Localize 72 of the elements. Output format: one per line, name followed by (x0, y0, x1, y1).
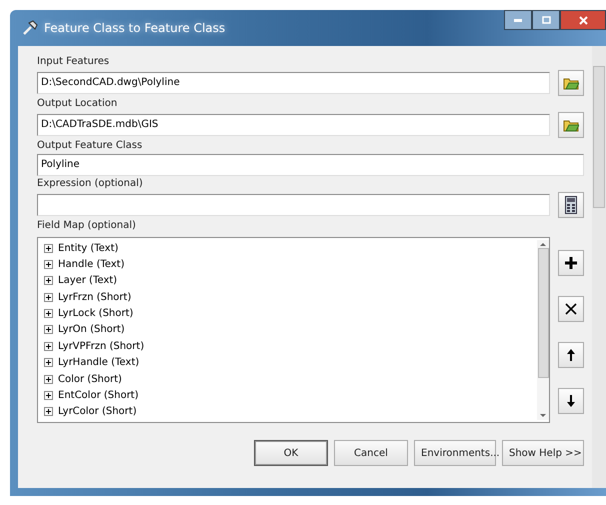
scroll-up-icon (540, 240, 546, 248)
field-name: LyrColor (Short) (58, 406, 137, 418)
expand-icon[interactable] (44, 374, 53, 384)
calculator-icon (565, 196, 577, 214)
arrow-down-icon (566, 394, 576, 408)
maximize-icon (542, 16, 550, 24)
expand-icon[interactable] (44, 309, 53, 318)
field-name: Layer (Text) (58, 275, 118, 286)
field-map-item[interactable]: LyrVPFrzn (Short) (44, 338, 537, 355)
field-label: Output Location (37, 97, 118, 111)
expand-icon[interactable] (44, 358, 53, 368)
field-map-item[interactable]: Entity (Text) (44, 240, 537, 256)
add-button[interactable] (558, 250, 584, 276)
expand-icon[interactable] (44, 244, 53, 253)
field-name: LyrHandle (Text) (58, 357, 140, 368)
field-name: EntColor (Short) (58, 390, 139, 401)
field-map-item[interactable]: Handle (Text) (44, 256, 537, 273)
field-label: Output Feature Class (37, 139, 144, 153)
field-name: LyrLock (Short) (58, 308, 134, 320)
folder-icon (563, 118, 579, 132)
dialog-button[interactable]: Cancel (334, 440, 408, 466)
expand-icon[interactable] (44, 292, 53, 302)
field-name: LyrOn (Short) (58, 324, 125, 336)
maximize-button[interactable] (532, 10, 560, 30)
remove-button[interactable] (558, 296, 584, 322)
browse-button[interactable] (558, 70, 584, 96)
dialog-button[interactable]: Environments... (414, 440, 496, 466)
field-name: Entity (Text) (58, 242, 118, 254)
field-name: Handle (Text) (58, 259, 124, 270)
field-map-item[interactable]: LyrFrzn (Short) (44, 289, 537, 306)
expand-icon[interactable] (44, 390, 53, 400)
dialog-button[interactable]: Show Help >> (502, 440, 584, 466)
add-icon (564, 256, 578, 270)
input-field[interactable]: D:\CADTraSDE.mdb\GIS (37, 114, 550, 136)
browse-button[interactable] (558, 112, 584, 138)
move-down-button[interactable] (558, 388, 584, 414)
input-field[interactable] (37, 194, 550, 216)
field-label: Field Map (optional) (37, 219, 137, 233)
field-map-item[interactable]: LyrLock (Short) (44, 305, 537, 322)
field-map-item[interactable]: Color (Short) (44, 370, 537, 388)
minimize-icon (514, 18, 522, 22)
field-label: Input Features (37, 55, 110, 69)
expand-icon[interactable] (44, 325, 53, 334)
expand-icon[interactable] (44, 276, 53, 286)
scrollbar[interactable] (537, 240, 549, 420)
field-map-item[interactable]: LyrColor (Short) (44, 404, 537, 420)
folder-icon (563, 76, 579, 90)
field-map-item[interactable]: EntColor (Short) (44, 387, 537, 404)
field-map-item[interactable]: Layer (Text) (44, 272, 537, 290)
field-map-item[interactable]: LyrHandle (Text) (44, 354, 537, 371)
sql-builder-button[interactable] (558, 192, 584, 218)
field-name: LyrVPFrzn (Short) (58, 340, 144, 352)
scroll-down-icon (540, 412, 546, 420)
field-label: Expression (optional) (37, 177, 144, 191)
remove-icon (565, 303, 577, 315)
close-button[interactable] (560, 10, 606, 30)
hammer-icon (22, 20, 38, 36)
expand-icon[interactable] (44, 260, 53, 270)
ok-button[interactable]: OK (254, 440, 328, 466)
minimize-button[interactable] (504, 10, 532, 30)
field-name: Color (Short) (58, 374, 122, 385)
expand-icon[interactable] (44, 407, 53, 416)
input-field[interactable]: Polyline (37, 154, 584, 176)
move-up-button[interactable] (558, 342, 584, 368)
close-icon (578, 16, 588, 24)
input-field[interactable]: D:\SecondCAD.dwg\Polyline (37, 72, 550, 94)
expand-icon[interactable] (44, 342, 53, 351)
scrollbar[interactable] (592, 46, 606, 488)
field-map-item[interactable]: LyrOn (Short) (44, 322, 537, 338)
arrow-up-icon (566, 348, 576, 362)
window-title: Feature Class to Feature Class (44, 21, 226, 35)
field-name: LyrFrzn (Short) (58, 292, 132, 303)
